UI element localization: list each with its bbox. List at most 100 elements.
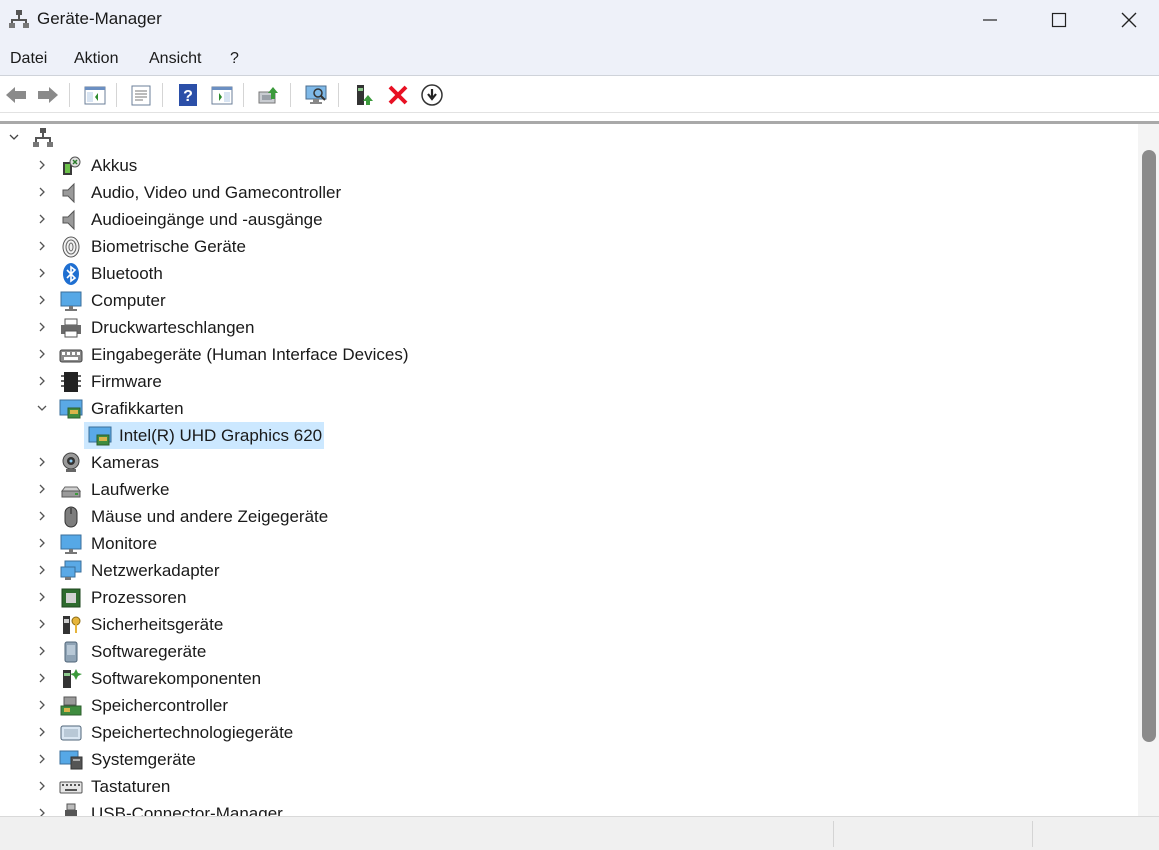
tree-item[interactable]: Grafikkarten bbox=[0, 395, 1138, 422]
help-button[interactable]: ? bbox=[174, 81, 202, 109]
close-button[interactable] bbox=[1094, 0, 1159, 40]
chevron-right-icon[interactable] bbox=[36, 294, 48, 306]
tree-item[interactable]: Monitore bbox=[0, 530, 1138, 557]
speaker-icon bbox=[59, 181, 83, 205]
forward-arrow-icon bbox=[38, 87, 58, 103]
tree-item[interactable]: Audioeingänge und -ausgänge bbox=[0, 206, 1138, 233]
menu-bar: Datei Aktion Ansicht ? bbox=[0, 40, 1159, 76]
tree-item-label: Prozessoren bbox=[91, 588, 187, 607]
chevron-right-icon[interactable] bbox=[36, 159, 48, 171]
minimize-icon bbox=[983, 19, 997, 21]
maximize-button[interactable] bbox=[1024, 0, 1094, 40]
computer-root-icon bbox=[31, 126, 55, 150]
tree-item-label: Eingabegeräte (Human Interface Devices) bbox=[91, 345, 409, 364]
tree-item[interactable]: Bluetooth bbox=[0, 260, 1138, 287]
properties-button[interactable] bbox=[127, 81, 155, 109]
toolbar-separator bbox=[116, 83, 117, 107]
chevron-right-icon[interactable] bbox=[36, 348, 48, 360]
menu-aktion[interactable]: Aktion bbox=[74, 50, 118, 68]
scan-hardware-button[interactable] bbox=[302, 81, 330, 109]
tree-root[interactable] bbox=[0, 124, 1138, 151]
chevron-right-icon[interactable] bbox=[36, 267, 48, 279]
tree-item-label: Systemgeräte bbox=[91, 750, 196, 769]
download-driver-button[interactable] bbox=[418, 81, 446, 109]
device-tree: Akkus Audio, Video und Gamecontroller Audi… bbox=[0, 124, 1138, 816]
tree-item[interactable]: Netzwerkadapter bbox=[0, 557, 1138, 584]
chevron-right-icon[interactable] bbox=[36, 456, 48, 468]
battery-icon bbox=[59, 154, 83, 178]
enable-device-button[interactable] bbox=[350, 81, 378, 109]
chevron-right-icon[interactable] bbox=[36, 591, 48, 603]
chevron-right-icon[interactable] bbox=[36, 672, 48, 684]
tree-item[interactable]: Akkus bbox=[0, 152, 1138, 179]
chevron-right-icon[interactable] bbox=[36, 564, 48, 576]
tree-item-label: USB-Connector-Manager bbox=[91, 804, 283, 816]
chevron-right-icon[interactable] bbox=[36, 213, 48, 225]
tree-item-label: Sicherheitsgeräte bbox=[91, 615, 224, 634]
tree-item-label: Speichertechnologiegeräte bbox=[91, 723, 294, 742]
enable-device-icon bbox=[357, 85, 373, 105]
chevron-right-icon[interactable] bbox=[36, 483, 48, 495]
uninstall-device-button[interactable] bbox=[384, 81, 412, 109]
console-tree-button[interactable] bbox=[81, 81, 109, 109]
toolbar-separator bbox=[338, 83, 339, 107]
display-adapter-icon bbox=[88, 424, 112, 448]
tree-child-item[interactable]: Intel(R) UHD Graphics 620 bbox=[0, 422, 1138, 449]
tree-item[interactable]: Systemgeräte bbox=[0, 746, 1138, 773]
chevron-right-icon[interactable] bbox=[36, 321, 48, 333]
tree-item[interactable]: Eingabegeräte (Human Interface Devices) bbox=[0, 341, 1138, 368]
menu-ansicht[interactable]: Ansicht bbox=[149, 50, 201, 68]
chevron-right-icon[interactable] bbox=[36, 645, 48, 657]
chevron-down-icon[interactable] bbox=[36, 402, 48, 414]
chevron-right-icon[interactable] bbox=[36, 510, 48, 522]
menu-datei[interactable]: Datei bbox=[10, 50, 47, 68]
action-pane-button[interactable] bbox=[208, 81, 236, 109]
tree-item-label: Speichercontroller bbox=[91, 696, 229, 715]
chevron-right-icon[interactable] bbox=[36, 618, 48, 630]
chevron-right-icon[interactable] bbox=[36, 699, 48, 711]
back-button[interactable] bbox=[2, 81, 30, 109]
scrollbar-thumb[interactable] bbox=[1142, 150, 1156, 742]
tree-item-label: Biometrische Geräte bbox=[91, 237, 246, 256]
storage-tech-icon bbox=[59, 721, 83, 745]
tree-item[interactable]: Audio, Video und Gamecontroller bbox=[0, 179, 1138, 206]
tree-item-label: Bluetooth bbox=[91, 264, 163, 283]
monitor-icon bbox=[59, 289, 83, 313]
chevron-right-icon[interactable] bbox=[36, 537, 48, 549]
webcam-icon bbox=[59, 451, 83, 475]
tree-item-label: Softwaregeräte bbox=[91, 642, 207, 661]
tree-item[interactable]: Mäuse und andere Zeigegeräte bbox=[0, 503, 1138, 530]
chevron-right-icon[interactable] bbox=[36, 780, 48, 792]
forward-button[interactable] bbox=[34, 81, 62, 109]
chevron-right-icon[interactable] bbox=[36, 753, 48, 765]
mouse-icon bbox=[59, 505, 83, 529]
tree-item[interactable]: Speichercontroller bbox=[0, 692, 1138, 719]
system-device-icon bbox=[59, 748, 83, 772]
tree-item[interactable]: Softwaregeräte bbox=[0, 638, 1138, 665]
tree-item[interactable]: Sicherheitsgeräte bbox=[0, 611, 1138, 638]
tree-item[interactable]: Firmware bbox=[0, 368, 1138, 395]
tree-item[interactable]: Biometrische Geräte bbox=[0, 233, 1138, 260]
chevron-right-icon[interactable] bbox=[36, 240, 48, 252]
chevron-right-icon[interactable] bbox=[36, 186, 48, 198]
security-key-icon bbox=[59, 613, 83, 637]
update-driver-button[interactable] bbox=[254, 81, 282, 109]
chevron-right-icon[interactable] bbox=[36, 726, 48, 738]
tree-item[interactable]: USB-Connector-Manager bbox=[0, 800, 1138, 816]
tree-item[interactable]: Tastaturen bbox=[0, 773, 1138, 800]
tree-item[interactable]: Laufwerke bbox=[0, 476, 1138, 503]
tree-item[interactable]: Druckwarteschlangen bbox=[0, 314, 1138, 341]
chevron-right-icon[interactable] bbox=[36, 375, 48, 387]
tree-item[interactable]: Computer bbox=[0, 287, 1138, 314]
tree-item[interactable]: Prozessoren bbox=[0, 584, 1138, 611]
minimize-button[interactable] bbox=[955, 0, 1025, 40]
back-arrow-icon bbox=[6, 87, 26, 103]
tree-item[interactable]: Softwarekomponenten bbox=[0, 665, 1138, 692]
chevron-right-icon[interactable] bbox=[36, 807, 48, 816]
tree-item[interactable]: Kameras bbox=[0, 449, 1138, 476]
close-icon bbox=[1121, 12, 1137, 28]
monitor-icon bbox=[59, 532, 83, 556]
storage-controller-icon bbox=[59, 694, 83, 718]
menu-help[interactable]: ? bbox=[230, 50, 239, 68]
tree-item[interactable]: Speichertechnologiegeräte bbox=[0, 719, 1138, 746]
